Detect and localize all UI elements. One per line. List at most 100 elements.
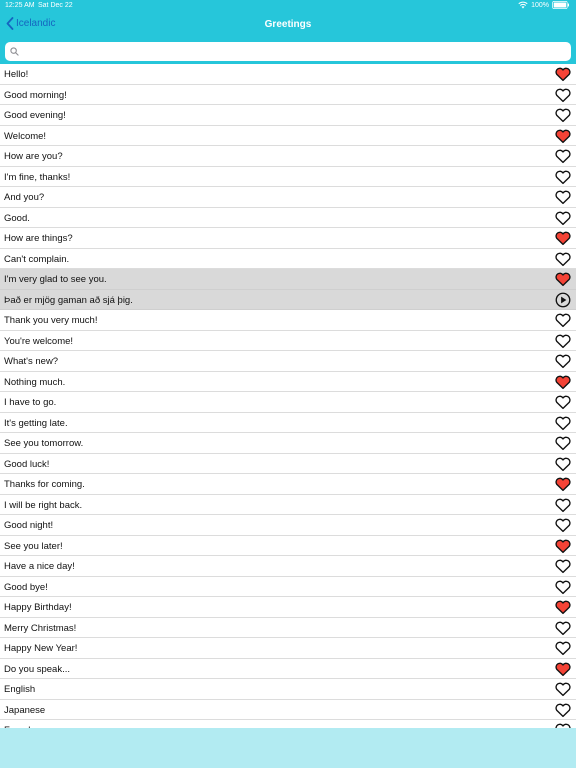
list-item[interactable]: See you later! — [0, 536, 576, 556]
phrase-text: Good bye! — [4, 581, 48, 593]
phrase-text: Happy Birthday! — [4, 602, 72, 613]
phrase-text: Japanese — [4, 704, 46, 716]
phrase-text: Good luck! — [4, 458, 50, 470]
phrase-text: Merry Christmas! — [4, 622, 77, 634]
heart-filled-icon[interactable] — [554, 270, 572, 288]
list-item[interactable]: English — [0, 679, 576, 700]
phrase-text: Welcome! — [4, 130, 47, 142]
list-item[interactable]: Good night! — [0, 515, 576, 536]
heart-outline-icon[interactable] — [554, 516, 572, 534]
play-icon[interactable] — [554, 291, 572, 309]
heart-outline-icon[interactable] — [554, 311, 572, 329]
list-item[interactable]: Það er mjög gaman að sjá þig. — [0, 289, 576, 310]
list-item[interactable]: French — [0, 720, 576, 728]
heart-outline-icon[interactable] — [554, 393, 572, 411]
phrase-text: Það er mjög gaman að sjá þig. — [4, 294, 133, 306]
heart-outline-icon[interactable] — [554, 250, 572, 268]
heart-filled-icon[interactable] — [554, 598, 572, 616]
heart-outline-icon[interactable] — [554, 188, 572, 206]
phrase-text: Good. — [4, 212, 30, 224]
heart-outline-icon[interactable] — [554, 639, 572, 657]
heart-outline-icon[interactable] — [554, 168, 572, 186]
heart-filled-icon[interactable] — [554, 475, 572, 493]
list-item[interactable]: You're welcome! — [0, 331, 576, 351]
phrase-text: I have to go. — [4, 397, 57, 408]
status-bar: 12:25 AM Sat Dec 22 100% — [0, 0, 576, 12]
list-item[interactable]: Good evening! — [0, 105, 576, 126]
list-item[interactable]: And you? — [0, 187, 576, 208]
heart-outline-icon[interactable] — [554, 332, 572, 350]
status-time: 12:25 AM — [5, 2, 35, 9]
list-item[interactable]: Good luck! — [0, 454, 576, 474]
heart-filled-icon[interactable] — [554, 229, 572, 247]
heart-outline-icon[interactable] — [554, 147, 572, 165]
heart-outline-icon[interactable] — [554, 455, 572, 473]
heart-outline-icon[interactable] — [554, 496, 572, 514]
heart-filled-icon[interactable] — [554, 537, 572, 555]
heart-outline-icon[interactable] — [554, 106, 572, 124]
list-item[interactable]: Happy New Year! — [0, 638, 576, 659]
list-item[interactable]: Nothing much. — [0, 372, 576, 392]
heart-outline-icon[interactable] — [554, 209, 572, 227]
list-item[interactable]: I have to go. — [0, 392, 576, 413]
page-title: Greetings — [264, 19, 312, 30]
phrase-text: Can't complain. — [4, 253, 70, 265]
list-item[interactable]: Can't complain. — [0, 249, 576, 269]
phrase-text: I'm very glad to see you. — [4, 274, 107, 285]
heart-outline-icon[interactable] — [554, 578, 572, 596]
battery-icon — [552, 1, 569, 9]
phrase-text: Good morning! — [4, 89, 67, 101]
list-item[interactable]: I'm fine, thanks! — [0, 167, 576, 187]
heart-outline-icon[interactable] — [554, 701, 572, 719]
phrase-text: I'm fine, thanks! — [4, 171, 71, 183]
status-date: Sat Dec 22 — [38, 2, 73, 9]
list-item[interactable]: See you tomorrow. — [0, 433, 576, 454]
phrase-text: Thank you very much! — [4, 315, 98, 326]
phrase-text: Nothing much. — [4, 376, 66, 388]
phrase-text: See you later! — [4, 540, 63, 552]
phrase-text: Have a nice day! — [4, 561, 75, 572]
phrase-text: Happy New Year! — [4, 643, 78, 654]
phrase-text: What's new? — [4, 356, 59, 367]
heart-filled-icon[interactable] — [554, 373, 572, 391]
heart-outline-icon[interactable] — [554, 557, 572, 575]
list-item[interactable]: Thank you very much! — [0, 310, 576, 331]
heart-filled-icon[interactable] — [554, 660, 572, 678]
heart-filled-icon[interactable] — [554, 127, 572, 145]
heart-outline-icon[interactable] — [554, 86, 572, 104]
heart-outline-icon[interactable] — [554, 352, 572, 370]
list-item[interactable]: How are you? — [0, 146, 576, 167]
list-item[interactable]: Have a nice day! — [0, 556, 576, 577]
list-item[interactable]: It's getting late. — [0, 413, 576, 433]
heart-outline-icon[interactable] — [554, 721, 572, 728]
heart-outline-icon[interactable] — [554, 434, 572, 452]
list-item[interactable]: I'm very glad to see you. — [0, 269, 576, 290]
phrase-text: Do you speak... — [4, 663, 71, 675]
list-item[interactable]: Do you speak... — [0, 659, 576, 679]
phrase-text: I will be right back. — [4, 499, 83, 511]
list-item[interactable]: Thanks for coming. — [0, 474, 576, 495]
header: 12:25 AM Sat Dec 22 100% Icelandic Greet… — [0, 0, 576, 64]
heart-outline-icon[interactable] — [554, 680, 572, 698]
list-item[interactable]: I will be right back. — [0, 495, 576, 515]
list-item[interactable]: Good morning! — [0, 85, 576, 105]
heart-outline-icon[interactable] — [554, 414, 572, 432]
phrase-text: Good night! — [4, 520, 54, 531]
list-item[interactable]: Japanese — [0, 700, 576, 720]
list-item[interactable]: Merry Christmas! — [0, 618, 576, 638]
phrase-text: Good evening! — [4, 110, 66, 121]
heart-filled-icon[interactable] — [554, 65, 572, 83]
list-item[interactable]: Good bye! — [0, 577, 576, 597]
heart-outline-icon[interactable] — [554, 619, 572, 637]
search-input[interactable] — [22, 42, 562, 61]
list-item[interactable]: How are things? — [0, 228, 576, 249]
bottom-bar — [0, 728, 576, 768]
list-item[interactable]: Good. — [0, 208, 576, 228]
search-bar[interactable] — [5, 42, 571, 61]
battery-percent: 100% — [531, 1, 549, 9]
list-item[interactable]: What's new? — [0, 351, 576, 372]
list-item[interactable]: Hello! — [0, 64, 576, 85]
list-item[interactable]: Welcome! — [0, 126, 576, 146]
list-item[interactable]: Happy Birthday! — [0, 597, 576, 618]
phrase-text: Hello! — [4, 69, 29, 80]
